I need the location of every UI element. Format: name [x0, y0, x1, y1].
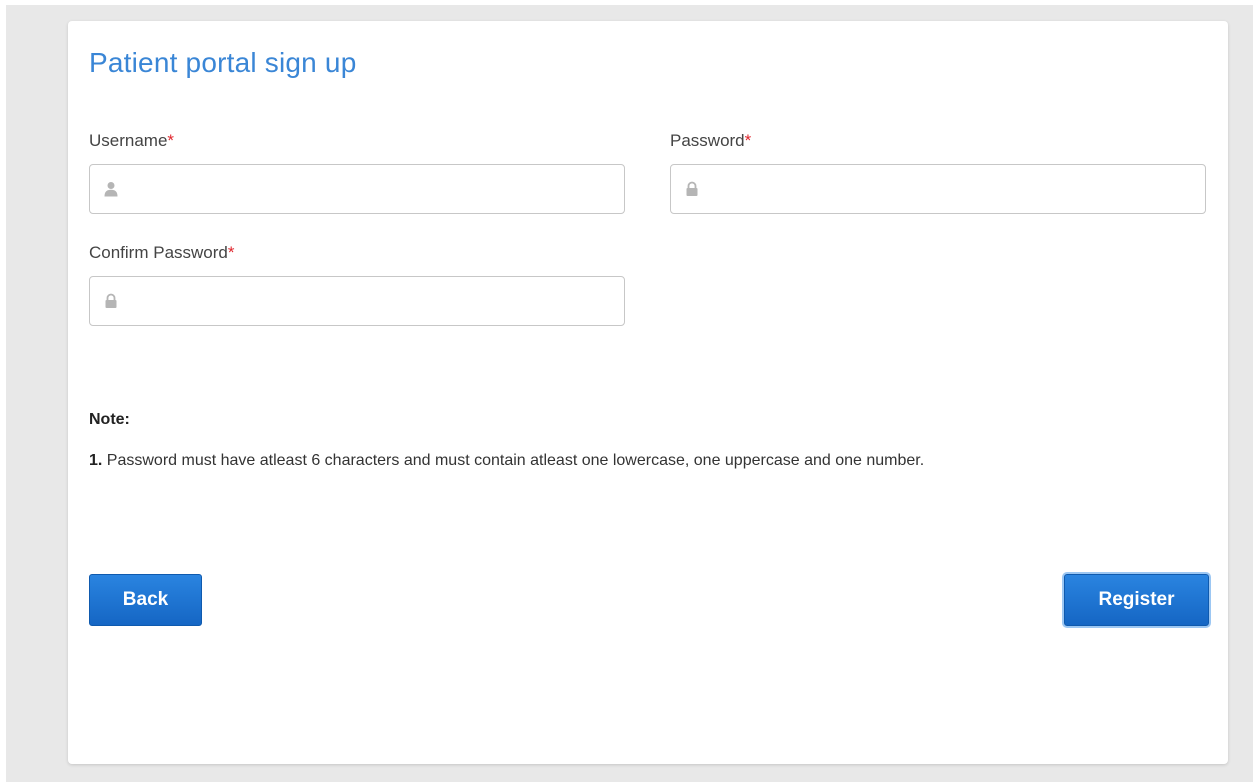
confirm-password-input[interactable] [130, 285, 614, 319]
back-button[interactable]: Back [89, 574, 202, 626]
username-field[interactable] [89, 164, 625, 214]
note-heading: Note: [89, 411, 130, 428]
user-icon [104, 181, 118, 197]
confirm-password-field[interactable] [89, 276, 625, 326]
confirm-password-label-text: Confirm Password [89, 243, 228, 262]
page-title: Patient portal sign up [89, 47, 357, 78]
note-item: 1. Password must have atleast 6 characte… [89, 452, 924, 470]
note-item-number: 1. [89, 452, 103, 469]
username-input[interactable] [130, 173, 614, 207]
signup-card: Patient portal sign up Username* Passwor… [68, 21, 1228, 764]
username-label: Username* [89, 131, 174, 151]
password-input[interactable] [711, 173, 1195, 207]
required-marker: * [167, 131, 175, 150]
password-label: Password* [670, 131, 751, 151]
lock-icon [104, 293, 118, 309]
username-label-text: Username [89, 131, 168, 150]
confirm-password-label: Confirm Password* [89, 243, 235, 263]
required-marker: * [744, 131, 752, 150]
register-button[interactable]: Register [1064, 574, 1209, 626]
lock-icon [685, 181, 699, 197]
required-marker: * [227, 243, 235, 262]
note-item-text: Password must have atleast 6 characters … [106, 452, 925, 469]
password-label-text: Password [670, 131, 745, 150]
password-field[interactable] [670, 164, 1206, 214]
